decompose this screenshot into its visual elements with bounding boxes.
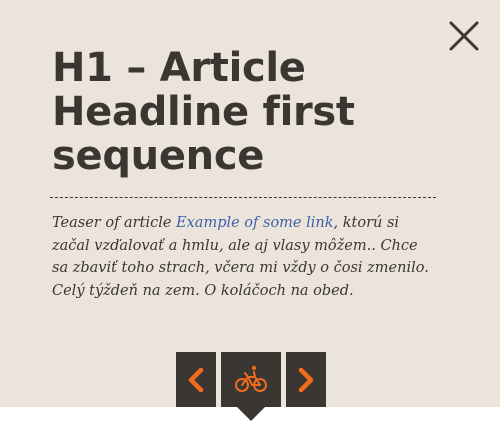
teaser-link[interactable]: Example of some link: [176, 215, 333, 231]
teaser-lead: Teaser of article: [52, 215, 177, 231]
prev-button[interactable]: [176, 352, 216, 407]
chevron-right-icon: [298, 367, 314, 393]
active-pointer: [237, 407, 265, 421]
category-button[interactable]: [221, 352, 281, 407]
bicycle-icon: [235, 365, 267, 392]
article-teaser: Teaser of article Example of some link, …: [52, 212, 432, 302]
divider: [50, 197, 436, 198]
article-card: H1 – Article Headline first sequence Tea…: [0, 0, 500, 407]
chevron-left-icon: [188, 367, 204, 393]
next-button[interactable]: [286, 352, 326, 407]
article-headline: H1 – Article Headline first sequence: [52, 45, 355, 179]
